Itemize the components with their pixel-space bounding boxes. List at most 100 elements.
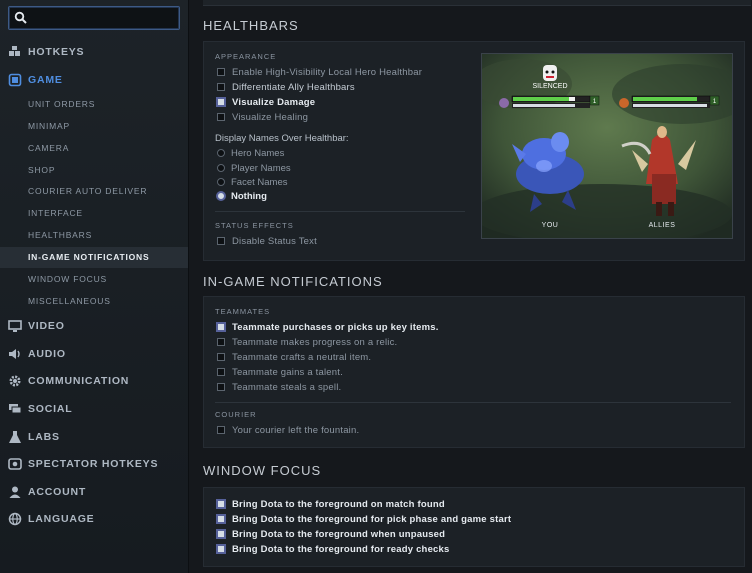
previous-section-footer [203, 0, 751, 6]
preview-you-label: YOU [542, 222, 559, 229]
checkbox-checked[interactable] [216, 514, 226, 524]
sidebar-subitem-label: SHOP [28, 165, 56, 175]
sidebar-item-label: COMMUNICATION [28, 375, 130, 387]
healthbars-title: HEALTHBARS [203, 18, 299, 33]
sidebar-subitem-camera[interactable]: CAMERA [0, 138, 188, 159]
courier-heading: COURIER [215, 410, 257, 419]
search-input[interactable] [8, 6, 180, 30]
sidebar-item-audio[interactable]: AUDIO [0, 343, 188, 365]
preview-scene: SILENCED 1 1 YOU ALLIES [482, 54, 732, 238]
checkbox-focus-pick-phase[interactable]: Bring Dota to the foreground for pick ph… [216, 512, 511, 526]
sidebar-item-spectator-hotkeys[interactable]: SPECTATOR HOTKEYS [0, 453, 188, 475]
radio-button[interactable] [217, 164, 225, 172]
checkbox-teammate-relic[interactable]: Teammate makes progress on a relic. [217, 335, 397, 349]
checkbox-focus-unpaused[interactable]: Bring Dota to the foreground when unpaus… [216, 527, 446, 541]
checkbox-checked[interactable] [216, 97, 226, 107]
sidebar-subitem-in-game-notifications[interactable]: IN-GAME NOTIFICATIONS [0, 247, 188, 268]
window-focus-title: WINDOW FOCUS [203, 463, 322, 478]
sidebar-item-label: LANGUAGE [28, 513, 95, 525]
sidebar-item-language[interactable]: LANGUAGE [0, 508, 188, 530]
checkbox-teammate-neutral-item[interactable]: Teammate crafts a neutral item. [217, 350, 371, 364]
gear-icon [9, 375, 21, 387]
checkbox[interactable] [217, 426, 225, 434]
checkbox-label: Bring Dota to the foreground on match fo… [232, 498, 445, 510]
sidebar-item-account[interactable]: ACCOUNT [0, 481, 188, 503]
sidebar-subitem-window-focus[interactable]: WINDOW FOCUS [0, 269, 188, 290]
game-icon [8, 73, 22, 87]
sidebar-item-communication[interactable]: COMMUNICATION [0, 370, 188, 392]
radio-label: Hero Names [231, 147, 285, 159]
checkbox-label: Teammate crafts a neutral item. [232, 351, 372, 363]
checkbox[interactable] [217, 338, 225, 346]
checkbox[interactable] [217, 353, 225, 361]
checkbox-checked[interactable] [216, 529, 226, 539]
sidebar-subitem-healthbars[interactable]: HEALTHBARS [0, 225, 188, 246]
sidebar-item-hotkeys[interactable]: HOTKEYS [0, 41, 188, 63]
sidebar-item-label: LABS [28, 431, 60, 443]
flask-icon [9, 431, 21, 443]
checkbox[interactable] [217, 68, 225, 76]
sidebar-item-video[interactable]: VIDEO [0, 315, 188, 337]
sidebar-item-game[interactable]: GAME [0, 69, 188, 91]
checkbox-label: Visualize Healing [232, 111, 309, 123]
user-icon [9, 486, 21, 498]
sidebar-subitem-interface[interactable]: INTERFACE [0, 203, 188, 224]
radio-nothing[interactable]: Nothing [216, 189, 267, 203]
sidebar-subitem-label: WINDOW FOCUS [28, 274, 108, 284]
checkbox-teammate-key-items[interactable]: Teammate purchases or picks up key items… [216, 320, 439, 334]
settings-main: HEALTHBARS APPEARANCE Enable High-Visibi… [189, 0, 752, 573]
sidebar-item-label: SPECTATOR HOTKEYS [28, 458, 159, 470]
checkbox-label: Teammate gains a talent. [232, 366, 343, 378]
status-effect-text: SILENCED [532, 83, 567, 90]
checkbox-checked[interactable] [216, 322, 226, 332]
sidebar-subitem-unit-orders[interactable]: UNIT ORDERS [0, 94, 188, 115]
checkbox-differentiate-ally-healthbars[interactable]: Differentiate Ally Healthbars [217, 80, 355, 94]
radio-button-selected[interactable] [216, 191, 226, 201]
checkbox-checked[interactable] [216, 499, 226, 509]
sidebar-subitem-courier-auto-deliver[interactable]: COURIER AUTO DELIVER [0, 181, 188, 202]
checkbox-high-visibility-healthbar[interactable]: Enable High-Visibility Local Hero Health… [217, 65, 422, 79]
checkbox[interactable] [217, 383, 225, 391]
checkbox-label: Teammate makes progress on a relic. [232, 336, 398, 348]
sidebar-subitem-miscellaneous[interactable]: MISCELLANEOUS [0, 291, 188, 312]
checkbox-visualize-healing[interactable]: Visualize Healing [217, 110, 308, 124]
checkbox-teammate-steals-spell[interactable]: Teammate steals a spell. [217, 380, 341, 394]
checkbox-label: Teammate purchases or picks up key items… [232, 321, 439, 333]
radio-button[interactable] [217, 178, 225, 186]
checkbox[interactable] [217, 368, 225, 376]
status-effects-heading: STATUS EFFECTS [215, 221, 294, 230]
checkbox-label: Teammate steals a spell. [232, 381, 342, 393]
sidebar-item-label: VIDEO [28, 320, 65, 332]
checkbox-focus-ready-checks[interactable]: Bring Dota to the foreground for ready c… [216, 542, 450, 556]
sidebar-item-label: HOTKEYS [28, 46, 85, 58]
divider [215, 402, 731, 403]
sidebar-subitem-label: HEALTHBARS [28, 230, 93, 240]
chat-icon [9, 404, 22, 414]
checkbox-checked[interactable] [216, 544, 226, 554]
radio-facet-names[interactable]: Facet Names [217, 175, 288, 189]
speaker-icon [9, 349, 20, 359]
sidebar-subitem-label: MISCELLANEOUS [28, 296, 111, 306]
sidebar-item-labs[interactable]: LABS [0, 426, 188, 448]
checkbox[interactable] [217, 113, 225, 121]
sidebar-item-social[interactable]: SOCIAL [0, 398, 188, 420]
sidebar-subitem-shop[interactable]: SHOP [0, 160, 188, 181]
radio-label: Player Names [231, 162, 291, 174]
checkbox-label: Visualize Damage [232, 96, 316, 108]
sidebar-subitem-minimap[interactable]: MINIMAP [0, 116, 188, 137]
preview-allies-label: ALLIES [649, 222, 676, 229]
checkbox[interactable] [217, 237, 225, 245]
checkbox-teammate-talent[interactable]: Teammate gains a talent. [217, 365, 343, 379]
keyboard-icon [9, 46, 20, 56]
checkbox-label: Bring Dota to the foreground when unpaus… [232, 528, 446, 540]
checkbox-visualize-damage[interactable]: Visualize Damage [216, 95, 316, 109]
checkbox[interactable] [217, 83, 225, 91]
radio-button[interactable] [217, 149, 225, 157]
radio-hero-names[interactable]: Hero Names [217, 146, 284, 160]
sidebar-item-label: SOCIAL [28, 403, 73, 415]
hero-portrait-icon [499, 98, 509, 108]
checkbox-focus-match-found[interactable]: Bring Dota to the foreground on match fo… [216, 497, 445, 511]
checkbox-courier-left-fountain[interactable]: Your courier left the fountain. [217, 423, 359, 437]
checkbox-disable-status-text[interactable]: Disable Status Text [217, 234, 317, 248]
radio-player-names[interactable]: Player Names [217, 161, 291, 175]
